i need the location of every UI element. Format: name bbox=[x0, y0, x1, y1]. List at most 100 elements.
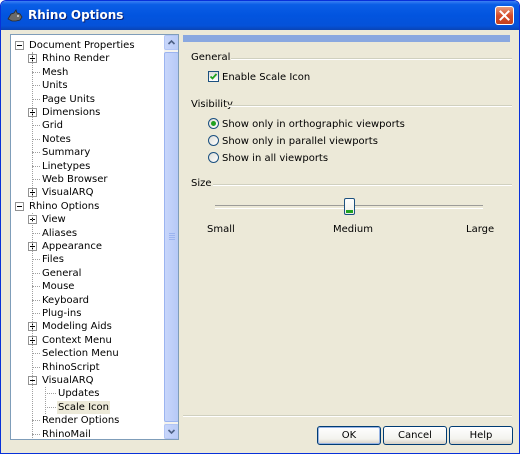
tree-item[interactable]: Grid bbox=[11, 119, 164, 132]
tree-item-label: VisualARQ bbox=[42, 187, 94, 199]
tree-item[interactable]: Rhino Options bbox=[11, 200, 164, 213]
tree-item[interactable]: Keyboard bbox=[11, 294, 164, 307]
radio-button[interactable] bbox=[208, 152, 219, 163]
size-large-label: Large bbox=[466, 224, 495, 235]
tree-item-label: Summary bbox=[42, 147, 91, 159]
checkbox-box[interactable] bbox=[208, 71, 219, 82]
tree-item[interactable]: View bbox=[11, 213, 164, 226]
tree-item-label: Page Units bbox=[42, 93, 95, 105]
tree-item-label: Linetypes bbox=[42, 160, 91, 172]
radio-button[interactable] bbox=[208, 118, 219, 129]
tree-item-label: Grid bbox=[42, 120, 63, 132]
tree-item[interactable]: Document Properties bbox=[11, 39, 164, 52]
help-button[interactable]: Help bbox=[449, 426, 513, 445]
tree-item[interactable]: Updates bbox=[11, 387, 164, 400]
enable-scale-icon-checkbox[interactable]: Enable Scale Icon bbox=[208, 71, 328, 84]
scroll-down-button[interactable] bbox=[164, 424, 178, 439]
tree-item[interactable]: Context Menu bbox=[11, 334, 164, 347]
tree-item[interactable]: Summary bbox=[11, 146, 164, 159]
tree-item-label: Modeling Aids bbox=[42, 321, 112, 333]
tree-item[interactable]: Scale Icon bbox=[11, 400, 164, 414]
close-button[interactable] bbox=[495, 6, 514, 25]
close-icon bbox=[499, 10, 510, 21]
tree-item-label: RhinoScript bbox=[42, 361, 100, 373]
tree-item[interactable]: Mouse bbox=[11, 280, 164, 293]
rhino-options-dialog: Rhino Options Document Properties Rhino R… bbox=[0, 0, 520, 454]
collapse-minus-icon[interactable] bbox=[15, 41, 24, 50]
tree-item-label: Web Browser bbox=[42, 174, 108, 185]
tree-item-label: Aliases bbox=[42, 227, 78, 239]
visibility-option-label: Show only in orthographic viewports bbox=[222, 119, 405, 130]
tree-item[interactable]: Appearance bbox=[11, 240, 164, 253]
tree-item[interactable]: Dimensions bbox=[11, 106, 164, 119]
tree-item-label: Appearance bbox=[42, 241, 103, 252]
tree-item-label: Scale Icon bbox=[57, 400, 110, 414]
scroll-up-button[interactable] bbox=[164, 35, 178, 50]
tree-scrollbar[interactable] bbox=[164, 35, 178, 439]
enable-scale-icon-label: Enable Scale Icon bbox=[222, 72, 311, 83]
general-section-title: General bbox=[191, 52, 231, 63]
tree-item-label: Selection Menu bbox=[42, 348, 119, 360]
cancel-button[interactable]: Cancel bbox=[383, 426, 447, 445]
tree-item-label: Units bbox=[42, 80, 68, 92]
size-separator bbox=[213, 184, 512, 186]
tree-item-label: Notes bbox=[42, 133, 71, 145]
visibility-option-label: Show in all viewports bbox=[222, 153, 329, 164]
tree-item-label: VisualARQ bbox=[42, 375, 94, 386]
tree-item[interactable]: Rhino Render bbox=[11, 52, 164, 65]
size-small-label: Small bbox=[207, 224, 235, 235]
tree-item[interactable]: Units bbox=[11, 79, 164, 92]
tree-item[interactable]: Render Options bbox=[11, 414, 164, 427]
tree-item[interactable]: VisualARQ bbox=[11, 186, 164, 199]
ok-button[interactable]: OK bbox=[317, 426, 381, 445]
tree-item-label: Rhino Options bbox=[29, 200, 100, 212]
tree-item[interactable]: VisualARQ bbox=[11, 374, 164, 387]
visibility-section-title: Visibility bbox=[191, 99, 233, 110]
rhino-app-icon bbox=[7, 9, 23, 22]
title-bar[interactable]: Rhino Options bbox=[1, 1, 519, 30]
tree-item-label: Files bbox=[42, 254, 64, 266]
tree-item[interactable]: RhinoScript bbox=[11, 361, 164, 374]
visibility-option-3[interactable]: Show in all viewports bbox=[208, 152, 388, 165]
scroll-thumb[interactable] bbox=[164, 52, 178, 422]
tree-item[interactable]: Aliases bbox=[11, 227, 164, 240]
tree-item[interactable]: Notes bbox=[11, 133, 164, 146]
tree-item[interactable]: General bbox=[11, 267, 164, 280]
tree-item-label: Keyboard bbox=[42, 294, 90, 306]
chevron-up-icon bbox=[167, 39, 176, 45]
bottom-separator bbox=[183, 415, 512, 417]
tree-item[interactable]: Modeling Aids bbox=[11, 320, 164, 333]
size-medium-label: Medium bbox=[333, 224, 373, 235]
visibility-option-label: Show only in parallel viewports bbox=[222, 136, 378, 147]
size-section-title: Size bbox=[191, 178, 212, 189]
radio-button[interactable] bbox=[208, 135, 219, 146]
chevron-down-icon bbox=[167, 429, 176, 435]
dialog-client: Document Properties Rhino Render Mesh Units… bbox=[4, 30, 516, 451]
check-icon bbox=[209, 73, 218, 80]
tree-item-label: Plug-ins bbox=[42, 308, 82, 319]
tree-item-label: Document Properties bbox=[29, 40, 135, 51]
tree-item-label: Render Options bbox=[42, 415, 120, 427]
tree-item-label: Dimensions bbox=[42, 107, 101, 118]
tree-item[interactable]: Selection Menu bbox=[11, 347, 164, 360]
tree-item[interactable]: Linetypes bbox=[11, 160, 164, 173]
panel-header-bar bbox=[183, 35, 510, 42]
general-separator bbox=[231, 58, 512, 60]
tree-item[interactable]: Page Units bbox=[11, 93, 164, 106]
collapse-minus-icon[interactable] bbox=[15, 201, 24, 211]
tree-item-label: View bbox=[42, 214, 66, 226]
tree-item[interactable]: Plug-ins bbox=[11, 307, 164, 320]
visibility-separator bbox=[229, 105, 512, 107]
tree-item[interactable]: RhinoMail bbox=[11, 428, 164, 439]
tree-item-label: General bbox=[42, 267, 82, 279]
options-tree[interactable]: Document Properties Rhino Render Mesh Units… bbox=[10, 34, 179, 440]
visibility-option-1[interactable]: Show only in orthographic viewports bbox=[208, 118, 405, 131]
visibility-option-2[interactable]: Show only in parallel viewports bbox=[208, 135, 388, 148]
tree-item[interactable]: Web Browser bbox=[11, 173, 164, 186]
tree-item-label: Updates bbox=[58, 388, 100, 400]
tree-item-label: Mouse bbox=[42, 281, 75, 293]
tree-item[interactable]: Files bbox=[11, 253, 164, 266]
tree-item-label: Rhino Render bbox=[42, 53, 110, 65]
tree-item[interactable]: Mesh bbox=[11, 66, 164, 79]
size-slider-thumb[interactable] bbox=[344, 198, 355, 215]
